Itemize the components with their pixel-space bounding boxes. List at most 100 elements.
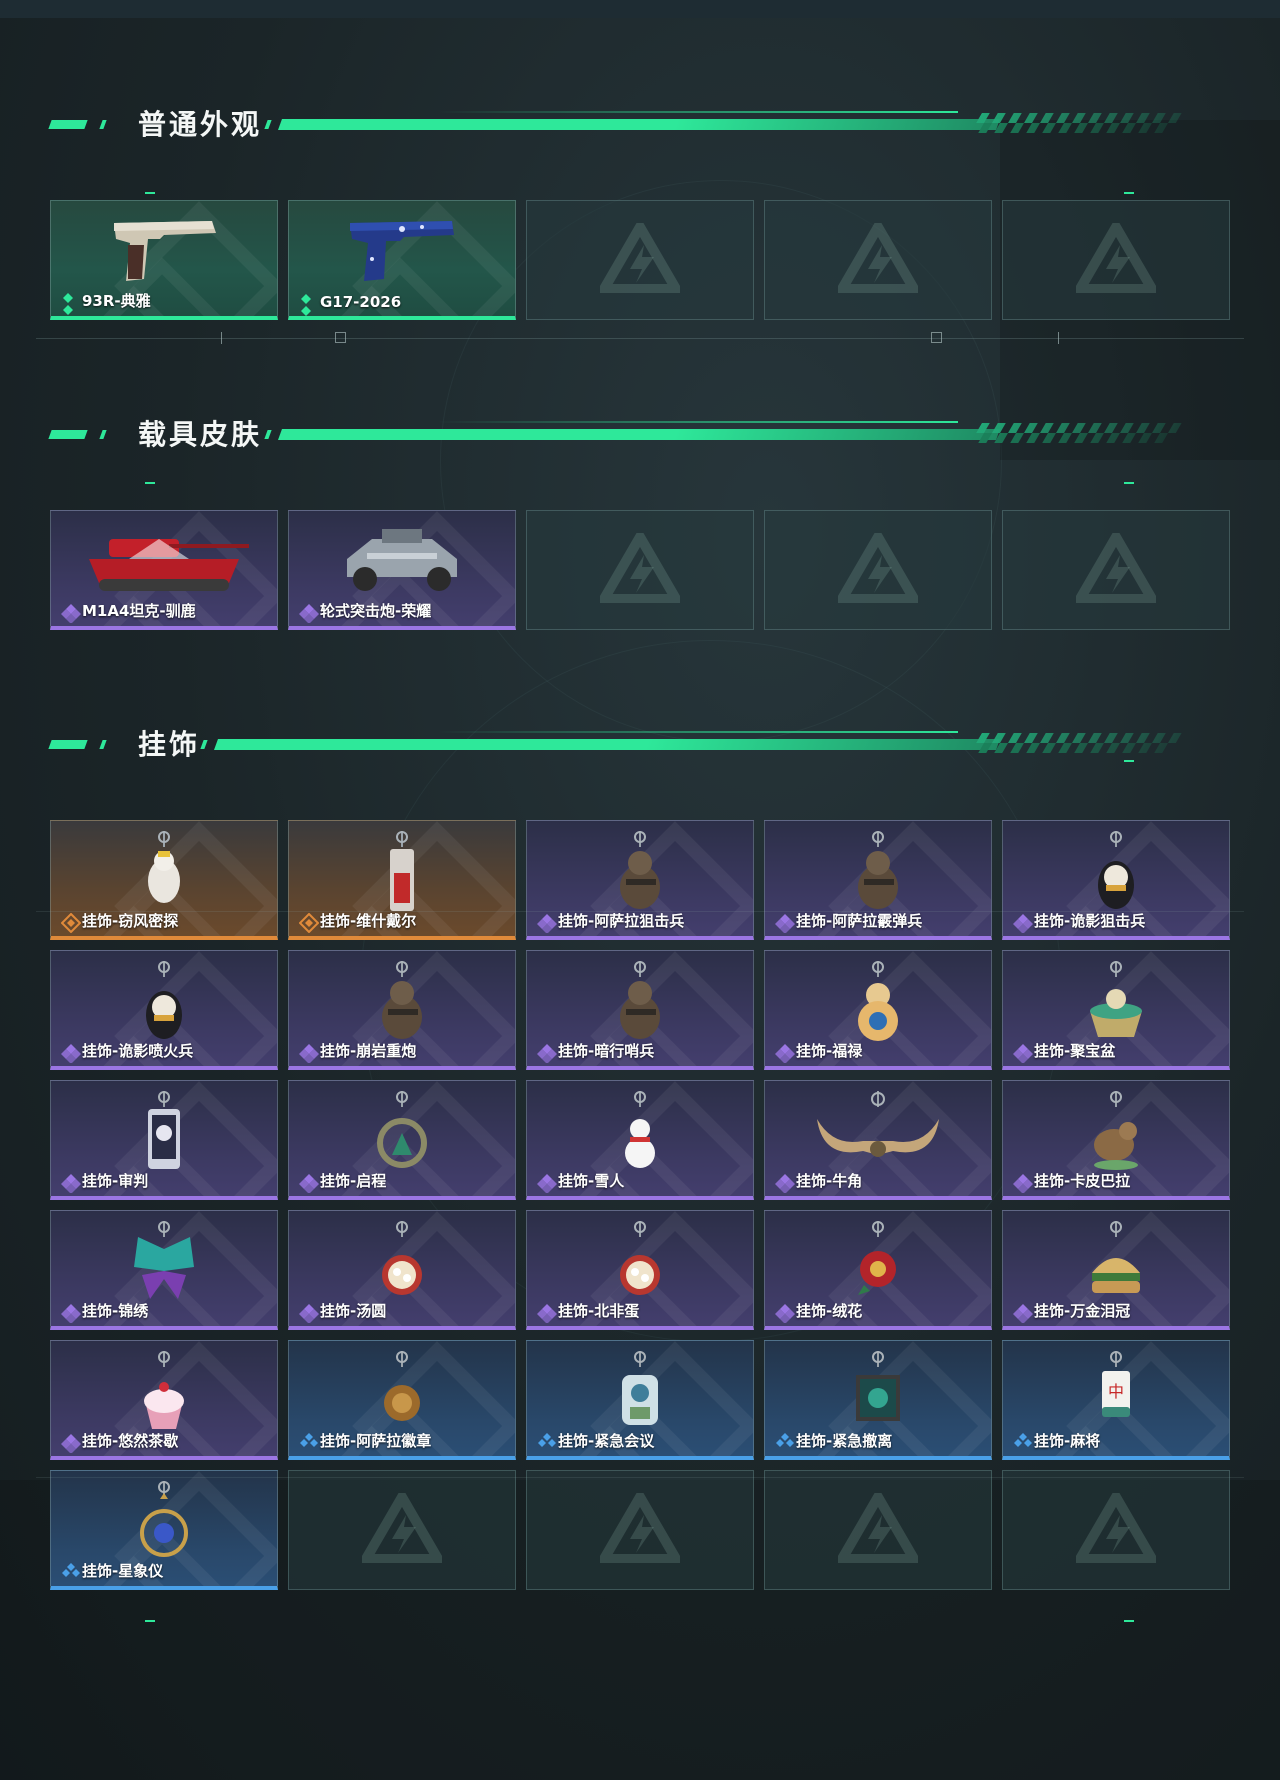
item-label: 挂饰-绒花 [775,1300,862,1323]
header-line [277,119,1001,130]
charm-horns-image [803,1089,953,1183]
rarity-purple-icon [775,913,795,933]
rarity-purple-icon [775,1043,795,1063]
section-title: 挂饰 [138,728,201,761]
item-card[interactable]: 挂饰-聚宝盆 [1002,950,1230,1070]
item-label: 挂饰-星象仪 [61,1560,163,1581]
item-label: 挂饰-万金泪冠 [1013,1300,1130,1323]
item-card[interactable]: 挂饰-万金泪冠 [1002,1210,1230,1330]
header-dash [48,740,88,749]
item-name: 挂饰-紧急撤离 [796,1432,893,1450]
item-name: 挂饰-暗行哨兵 [558,1042,655,1060]
item-card[interactable]: 挂饰-绒花 [764,1210,992,1330]
charm-gourd-image [828,959,928,1053]
item-card[interactable]: 中 挂饰-麻将 [1002,1340,1230,1460]
item-card[interactable]: 挂饰-北非蛋 [526,1210,754,1330]
item-card[interactable]: 挂饰-卡皮巴拉 [1002,1080,1230,1200]
charm-ghost-image [1066,829,1166,923]
charm-soldier-image [352,959,452,1053]
charm-orrery-image [114,1479,214,1573]
item-card[interactable]: 挂饰-阿萨拉狙击兵 [526,820,754,940]
placeholder-logo-icon [595,217,685,297]
divider-line [36,911,1244,912]
corner-marker [1124,482,1134,484]
rarity-purple-icon [61,1173,81,1193]
item-name: 挂饰-麻将 [1034,1432,1101,1450]
pistol-g17-image [342,209,462,293]
corner-marker [145,1620,155,1622]
rarity-purple-icon [61,1043,81,1063]
charm-frame-image [828,1349,928,1443]
rarity-purple-icon [1013,1043,1033,1063]
charm-medal-image [352,1349,452,1443]
placeholder-logo-icon [357,1487,447,1567]
item-card[interactable]: 挂饰-诡影喷火兵 [50,950,278,1070]
item-label: 挂饰-崩岩重炮 [299,1040,416,1063]
item-name: 挂饰-卡皮巴拉 [1034,1172,1131,1190]
item-name: 挂饰-悠然茶歇 [82,1432,179,1450]
charm-soldier-image [590,959,690,1053]
divider-tick [221,332,222,344]
empty-slot [764,200,992,320]
rarity-purple-icon [775,1173,795,1193]
item-label: 93R-典雅 [61,290,151,315]
item-card[interactable]: 挂饰-星象仪 [50,1470,278,1590]
rarity-purple-icon [1013,1173,1033,1193]
header-dash [48,120,88,129]
item-card[interactable]: 挂饰-阿萨拉霰弹兵 [764,820,992,940]
item-card[interactable]: 挂饰-维什戴尔 [288,820,516,940]
item-name: 挂饰-窃风密探 [82,912,179,930]
section-header: 载具皮肤 [48,415,1198,455]
rarity-green-icon [299,294,315,316]
header-tick [264,120,272,129]
header-line [277,429,1001,440]
charm-bowl-image [1066,959,1166,1053]
item-card[interactable]: 挂饰-诡影狙击兵 [1002,820,1230,940]
item-card[interactable]: 挂饰-锦绣 [50,1210,278,1330]
item-card[interactable]: 挂饰-窃风密探 [50,820,278,940]
charm-capybara-image [1066,1089,1166,1183]
item-name: 挂饰-雪人 [558,1172,625,1190]
armored-car-image [327,519,477,605]
item-card[interactable]: 挂饰-崩岩重炮 [288,950,516,1070]
item-name: 挂饰-北非蛋 [558,1302,640,1320]
item-card[interactable]: 挂饰-紧急撤离 [764,1340,992,1460]
item-card[interactable]: 挂饰-阿萨拉徽章 [288,1340,516,1460]
empty-slot [526,200,754,320]
divider-line [36,1477,1244,1478]
item-card[interactable]: 挂饰-福禄 [764,950,992,1070]
divider-square [931,332,942,343]
item-card[interactable]: 挂饰-暗行哨兵 [526,950,754,1070]
rarity-purple-icon [299,603,319,623]
item-grid: 挂饰-窃风密探 挂饰-维什戴尔 挂饰-阿萨拉狙击兵 挂饰-阿萨拉霰弹兵 挂饰-诡… [50,820,1230,1590]
item-label: 挂饰-悠然茶歇 [61,1430,179,1453]
item-name: 挂饰-阿萨拉霰弹兵 [796,912,923,930]
item-name: 挂饰-福禄 [796,1042,863,1060]
header-line [213,739,1001,750]
item-label: 挂饰-审判 [61,1170,148,1193]
item-card[interactable]: G17-2026 [288,200,516,320]
item-card[interactable]: 轮式突击炮-荣耀 [288,510,516,630]
header-tick [99,430,107,439]
item-card[interactable]: 挂饰-审判 [50,1080,278,1200]
item-card[interactable]: 挂饰-雪人 [526,1080,754,1200]
item-label: G17-2026 [299,293,401,316]
placeholder-logo-icon [1071,217,1161,297]
item-card[interactable]: 挂饰-悠然茶歇 [50,1340,278,1460]
item-label: 挂饰-福禄 [775,1040,863,1063]
item-card[interactable]: 挂饰-汤圆 [288,1210,516,1330]
rarity-orange-icon [299,912,319,933]
rarity-purple-icon [537,1173,557,1193]
item-label: 轮式突击炮-荣耀 [299,600,431,623]
item-card[interactable]: 93R-典雅 [50,200,278,320]
item-card[interactable]: 挂饰-启程 [288,1080,516,1200]
item-card[interactable]: M1A4坦克-驯鹿 [50,510,278,630]
item-card[interactable]: 挂饰-牛角 [764,1080,992,1200]
header-thin-line [438,421,958,423]
item-card[interactable]: 挂饰-紧急会议 [526,1340,754,1460]
rarity-purple-icon [537,1043,557,1063]
top-bar [0,0,1280,18]
rarity-blue-icon [1013,1432,1032,1449]
charm-ghost-image [114,959,214,1053]
corner-marker [145,192,155,194]
